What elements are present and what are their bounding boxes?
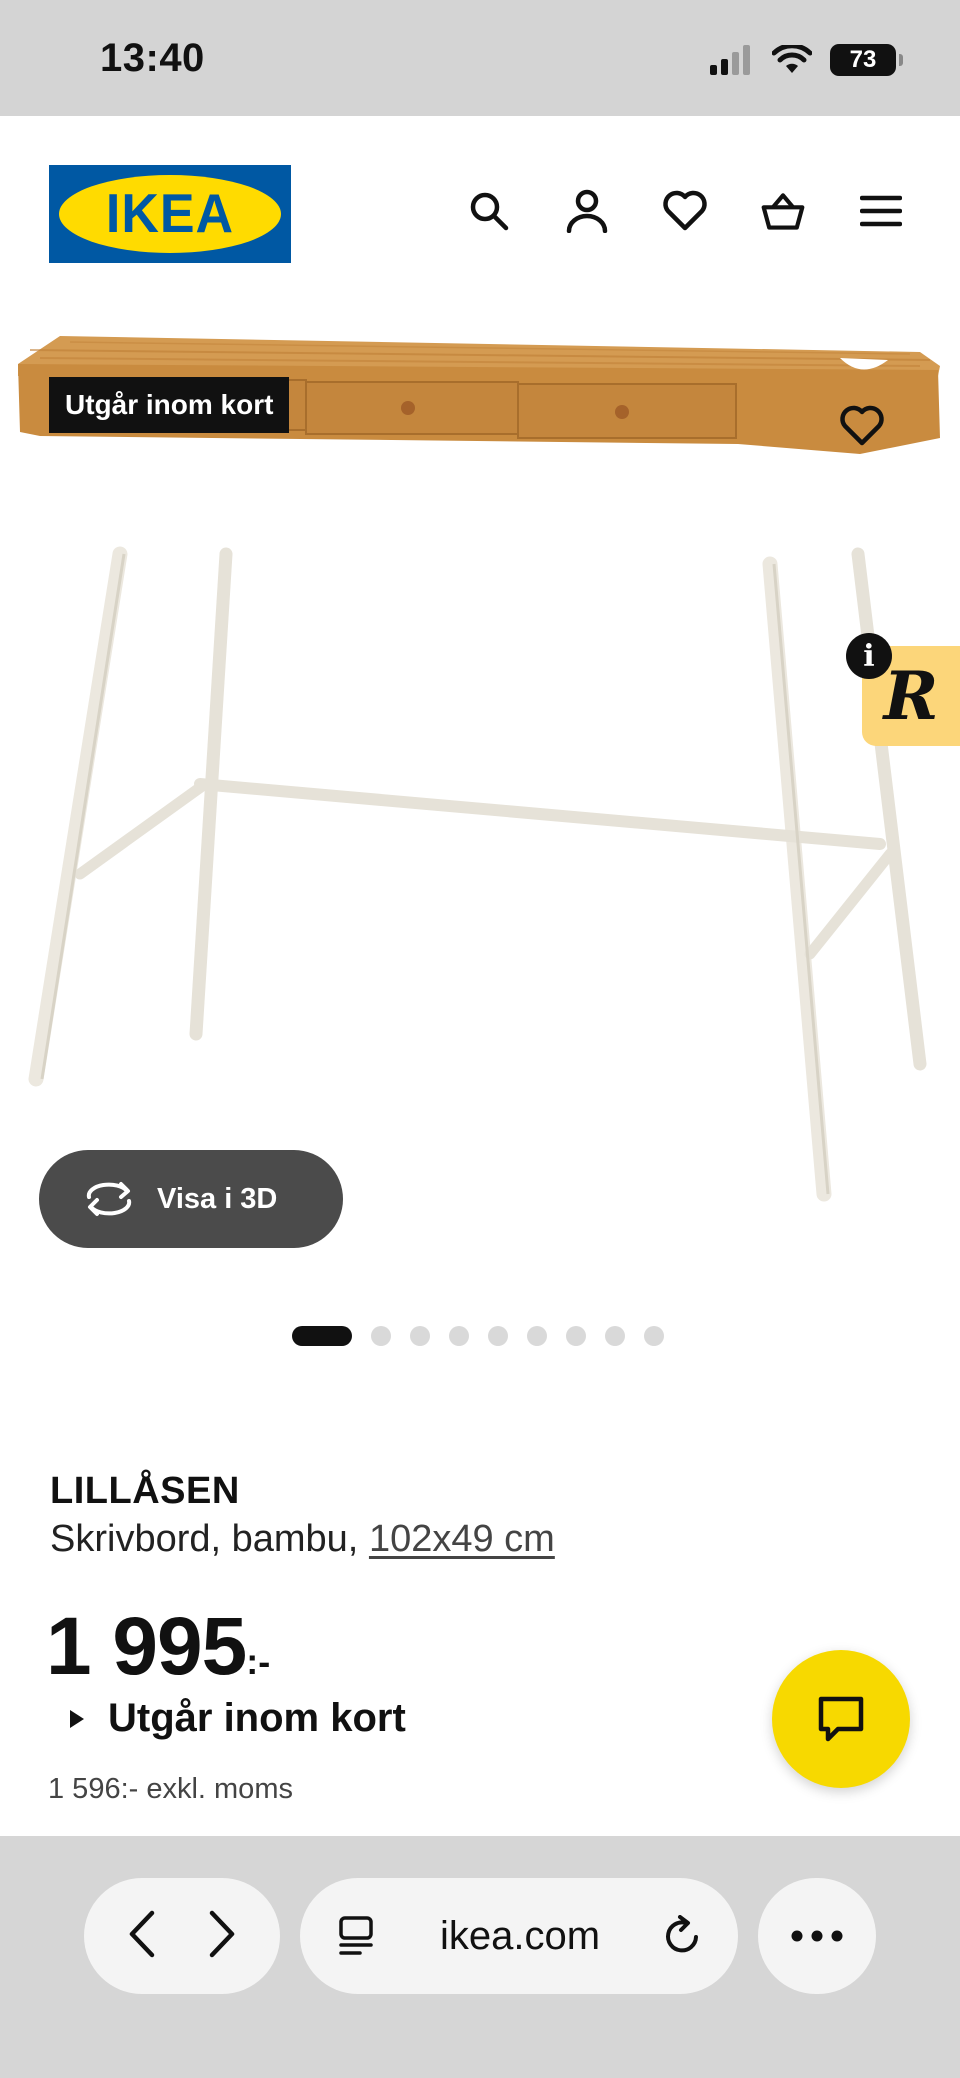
site-header: IKEA xyxy=(0,116,960,314)
gallery-dot[interactable] xyxy=(527,1326,547,1346)
reload-icon[interactable] xyxy=(662,1915,704,1957)
product-price: 1 995 :- xyxy=(46,1600,270,1694)
view-3d-button[interactable]: Visa i 3D xyxy=(39,1150,343,1248)
search-icon[interactable] xyxy=(466,188,512,234)
rotate-3d-icon xyxy=(86,1182,132,1216)
back-icon[interactable] xyxy=(126,1909,158,1964)
battery-indicator: 73 xyxy=(830,44,903,76)
browser-nav xyxy=(84,1878,280,1994)
view-3d-label: Visa i 3D xyxy=(157,1182,278,1215)
product-dimensions-link[interactable]: 102x49 cm xyxy=(369,1518,555,1560)
gallery-dot[interactable] xyxy=(410,1326,430,1346)
gallery-dot[interactable] xyxy=(566,1326,586,1346)
header-actions xyxy=(466,188,904,234)
price-value: 1 995 xyxy=(46,1601,247,1692)
url-text: ikea.com xyxy=(439,1913,601,1958)
account-icon[interactable] xyxy=(564,188,610,234)
chat-icon xyxy=(818,1696,864,1742)
gallery-dot[interactable] xyxy=(644,1326,664,1346)
gallery-dot-active[interactable] xyxy=(292,1326,352,1346)
chat-button[interactable] xyxy=(772,1650,910,1788)
gallery-dot[interactable] xyxy=(488,1326,508,1346)
forward-icon[interactable] xyxy=(206,1909,238,1964)
heart-icon[interactable] xyxy=(662,188,708,234)
availability-label: Utgår inom kort xyxy=(108,1696,406,1740)
info-icon[interactable]: i xyxy=(846,633,892,679)
cart-icon[interactable] xyxy=(760,188,806,234)
menu-icon[interactable] xyxy=(858,188,904,234)
gallery-dot[interactable] xyxy=(449,1326,469,1346)
product-description: Skrivbord, bambu, 102x49 cm xyxy=(50,1518,555,1561)
price-excl-vat: 1 596:- exkl. moms xyxy=(48,1773,293,1805)
browser-toolbar: ikea.com xyxy=(0,1836,960,2078)
status-icons: 73 xyxy=(710,44,903,76)
gallery-dot[interactable] xyxy=(371,1326,391,1346)
reader-icon xyxy=(339,1916,373,1955)
availability-toggle[interactable]: Utgår inom kort xyxy=(70,1696,406,1741)
battery-level: 73 xyxy=(849,46,877,73)
product-type: Skrivbord, bambu, xyxy=(50,1518,359,1560)
ikea-logo[interactable]: IKEA xyxy=(49,165,291,263)
product-name: LILLÅSEN xyxy=(50,1470,240,1512)
r-widget-letter: R xyxy=(883,657,939,735)
price-suffix: :- xyxy=(246,1641,271,1682)
gallery-dot[interactable] xyxy=(605,1326,625,1346)
caret-right-icon xyxy=(70,1709,84,1728)
wifi-icon xyxy=(772,45,812,73)
logo-text: IKEA xyxy=(105,183,235,245)
product-badge: Utgår inom kort xyxy=(49,377,290,433)
address-bar[interactable]: ikea.com xyxy=(300,1878,738,1994)
favorite-heart-icon[interactable] xyxy=(836,400,888,452)
signal-icon xyxy=(710,45,750,75)
more-options-icon[interactable] xyxy=(758,1878,876,1994)
logo-oval: IKEA xyxy=(59,175,281,253)
status-time: 13:40 xyxy=(100,36,205,80)
gallery-pagination xyxy=(292,1326,664,1346)
status-bar: 13:40 73 xyxy=(0,0,960,116)
